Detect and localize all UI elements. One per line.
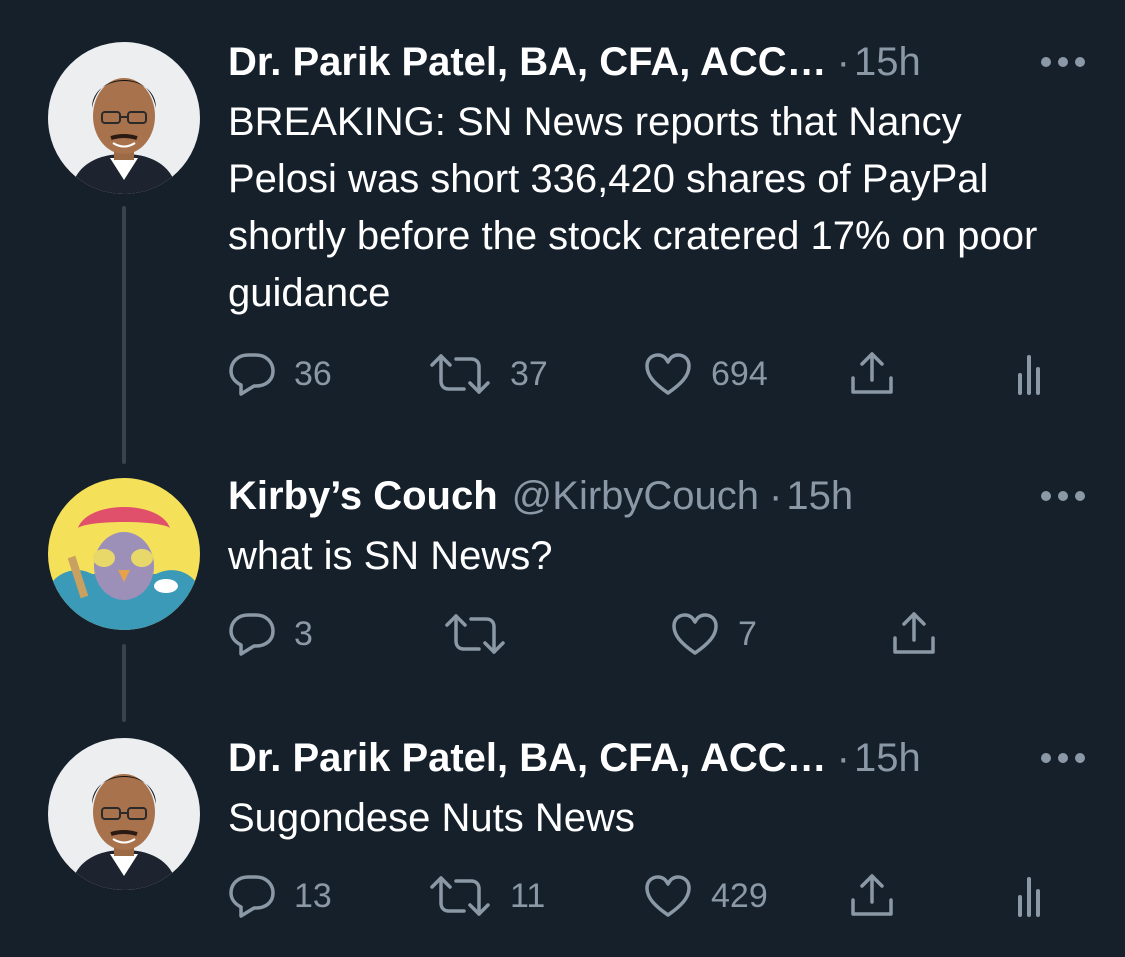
tweet-text: what is SN News? [228, 534, 553, 578]
heart-icon [672, 613, 718, 655]
retweet-icon [445, 614, 505, 654]
profile-photo-icon [48, 738, 200, 890]
reply-button[interactable]: 36 [228, 350, 332, 398]
reply-icon [229, 613, 275, 656]
analytics-icon [1018, 877, 1040, 917]
share-icon [851, 874, 893, 916]
avatar[interactable] [48, 478, 200, 630]
avatar[interactable] [48, 738, 200, 890]
more-icon[interactable] [1041, 752, 1085, 764]
profile-photo-icon [48, 478, 200, 630]
share-button[interactable] [890, 610, 938, 658]
display-name[interactable]: Dr. Parik Patel, BA, CFA, ACC… [228, 736, 827, 781]
thread-line [122, 206, 126, 464]
timestamp[interactable]: 15h [854, 736, 921, 781]
tweet-header: Dr. Parik Patel, BA, CFA, ACC… · 15h [228, 732, 1085, 784]
share-button[interactable] [848, 872, 896, 920]
analytics-icon [1018, 355, 1040, 395]
like-count: 7 [738, 614, 757, 653]
reply-count: 3 [294, 614, 313, 653]
reply-count: 36 [294, 354, 332, 393]
retweet-button[interactable]: 11 [428, 872, 545, 920]
share-icon [893, 612, 935, 654]
username[interactable]: @KirbyCouch [512, 474, 759, 519]
analytics-button[interactable] [1016, 350, 1050, 398]
like-button[interactable]: 694 [643, 350, 768, 398]
heart-icon [645, 353, 691, 395]
separator-dot: · [836, 735, 850, 780]
tweet-actions: 3 7 [228, 610, 948, 658]
reply-button[interactable]: 13 [228, 872, 332, 920]
more-icon[interactable] [1041, 56, 1085, 68]
thread-line [122, 644, 126, 722]
tweet-text: BREAKING: SN News reports that Nancy Pel… [228, 100, 1038, 315]
reply-icon [229, 353, 275, 396]
heart-icon [645, 875, 691, 917]
tweet-actions: 13 11 429 [228, 872, 1058, 920]
like-count: 429 [711, 876, 768, 915]
reply-count: 13 [294, 876, 332, 915]
reply-icon [229, 875, 275, 918]
avatar[interactable] [48, 42, 200, 194]
timestamp[interactable]: 15h [854, 40, 921, 85]
display-name[interactable]: Dr. Parik Patel, BA, CFA, ACC… [228, 40, 827, 85]
like-count: 694 [711, 354, 768, 393]
retweet-button[interactable] [443, 610, 525, 658]
separator-dot: · [836, 39, 850, 84]
retweet-icon [430, 354, 490, 394]
display-name[interactable]: Kirby’s Couch [228, 474, 498, 519]
like-button[interactable]: 7 [670, 610, 757, 658]
like-button[interactable]: 429 [643, 872, 768, 920]
retweet-count: 37 [510, 354, 548, 393]
separator-dot: · [769, 473, 783, 518]
retweet-button[interactable]: 37 [428, 350, 548, 398]
tweet-header: Kirby’s Couch @KirbyCouch · 15h [228, 470, 1085, 522]
share-icon [851, 352, 893, 394]
reply-button[interactable]: 3 [228, 610, 313, 658]
tweet-text: Sugondese Nuts News [228, 796, 635, 840]
retweet-icon [430, 876, 490, 916]
tweet-actions: 36 37 694 [228, 350, 1058, 398]
tweet-header: Dr. Parik Patel, BA, CFA, ACC… · 15h [228, 36, 1085, 88]
more-icon[interactable] [1041, 490, 1085, 502]
timestamp[interactable]: 15h [786, 474, 853, 519]
profile-photo-icon [48, 42, 200, 194]
analytics-button[interactable] [1016, 872, 1050, 920]
retweet-count: 11 [510, 876, 546, 915]
share-button[interactable] [848, 350, 896, 398]
